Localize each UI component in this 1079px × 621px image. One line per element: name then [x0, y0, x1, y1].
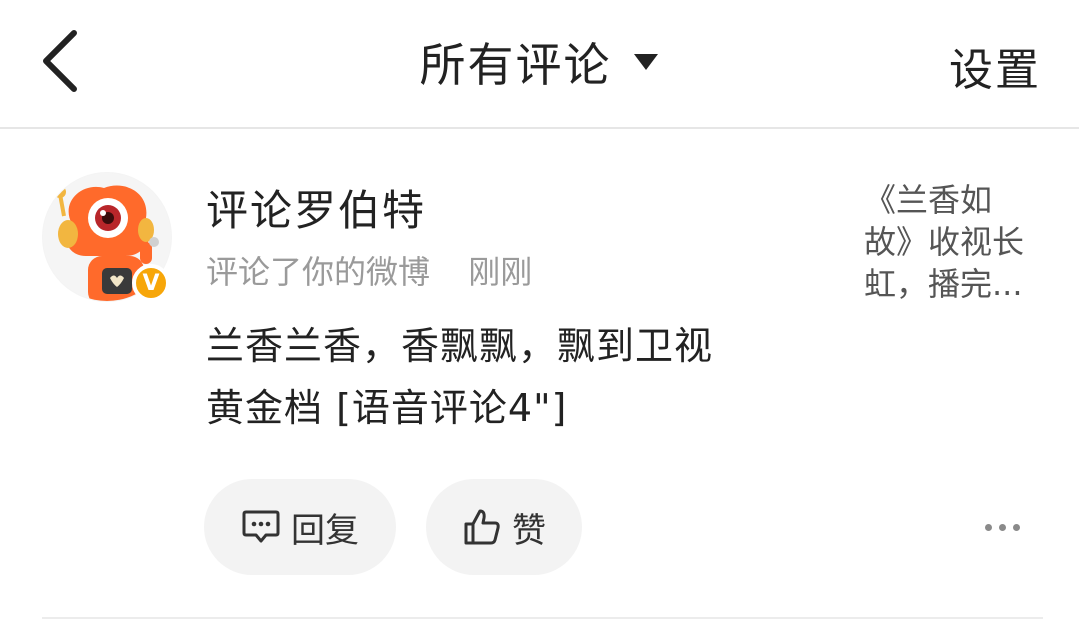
- timestamp: 刚刚: [468, 253, 533, 291]
- reply-label: 回复: [291, 510, 359, 551]
- more-options-button[interactable]: [980, 509, 1024, 545]
- comment-text-line: 黄金档 [语音评论4"]: [206, 386, 568, 430]
- top-nav-bar: 所有评论 设置: [0, 0, 1079, 129]
- thumbs-up-icon: [464, 509, 500, 545]
- action-text: 评论了你的微博: [206, 253, 431, 291]
- source-post-preview[interactable]: 《兰香如 故》收视长 虹，播完...: [864, 179, 1046, 305]
- comment-card[interactable]: V 评论罗伯特 评论了你的微博 刚刚 兰香兰香，香飘飘，飘到卫视 黄金档 [语音…: [0, 129, 1079, 619]
- divider: [42, 617, 1043, 619]
- comment-meta: 评论了你的微博 刚刚: [206, 247, 532, 293]
- comment-bubble-icon: [242, 510, 280, 543]
- vip-badge: V: [132, 264, 170, 302]
- like-label: 赞: [512, 510, 546, 551]
- more-dots-icon: [984, 523, 992, 531]
- settings-button[interactable]: 设置: [949, 34, 1041, 98]
- source-text-line: 故》收视长: [864, 223, 1025, 261]
- title-dropdown[interactable]: 所有评论: [0, 30, 1079, 94]
- like-button[interactable]: 赞: [426, 479, 582, 575]
- comment-text-line: 兰香兰香，香飘飘，飘到卫视: [206, 324, 714, 368]
- source-text-line: 虹，播完...: [864, 265, 1023, 303]
- page-title: 所有评论: [419, 38, 612, 92]
- source-text-line: 《兰香如: [864, 181, 993, 219]
- username[interactable]: 评论罗伯特: [206, 177, 426, 238]
- reply-button[interactable]: 回复: [204, 479, 396, 575]
- caret-down-icon: [632, 52, 660, 72]
- comment-content: 兰香兰香，香飘飘，飘到卫视 黄金档 [语音评论4"]: [206, 315, 806, 439]
